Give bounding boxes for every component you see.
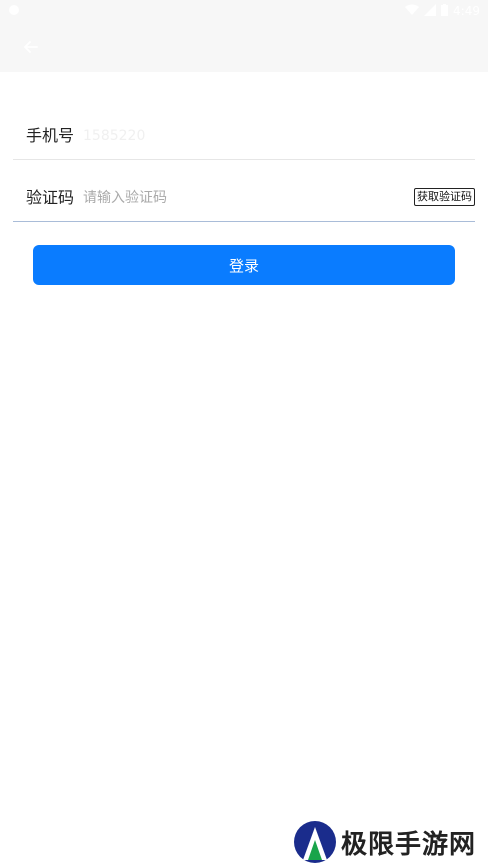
watermark-text: 极限手游网: [340, 829, 476, 860]
phone-input[interactable]: [83, 124, 403, 148]
app-bar: [0, 22, 488, 72]
get-code-button[interactable]: 获取验证码: [414, 188, 475, 206]
back-button[interactable]: [16, 34, 46, 60]
wifi-icon: [405, 4, 420, 19]
status-icons: 4:49: [405, 3, 480, 19]
login-button[interactable]: 登录: [33, 245, 455, 285]
cell-signal-icon: [424, 3, 437, 19]
code-row: 验证码 获取验证码: [13, 175, 475, 222]
watermark: 极限手游网: [293, 820, 476, 864]
arrow-left-icon: [24, 38, 38, 57]
watermark-logo-icon: [293, 820, 337, 864]
status-time: 4:49: [453, 4, 480, 18]
notification-icon: [8, 4, 20, 16]
code-input[interactable]: [83, 186, 403, 210]
phone-label: 手机号: [26, 126, 75, 145]
login-screen: 4:49 手机号 验证码 获取验证码 登录 极限手游网: [0, 0, 488, 868]
battery-icon: [441, 3, 449, 19]
status-bar: 4:49: [0, 0, 488, 22]
code-label: 验证码: [26, 188, 75, 207]
phone-row: 手机号: [13, 113, 475, 160]
